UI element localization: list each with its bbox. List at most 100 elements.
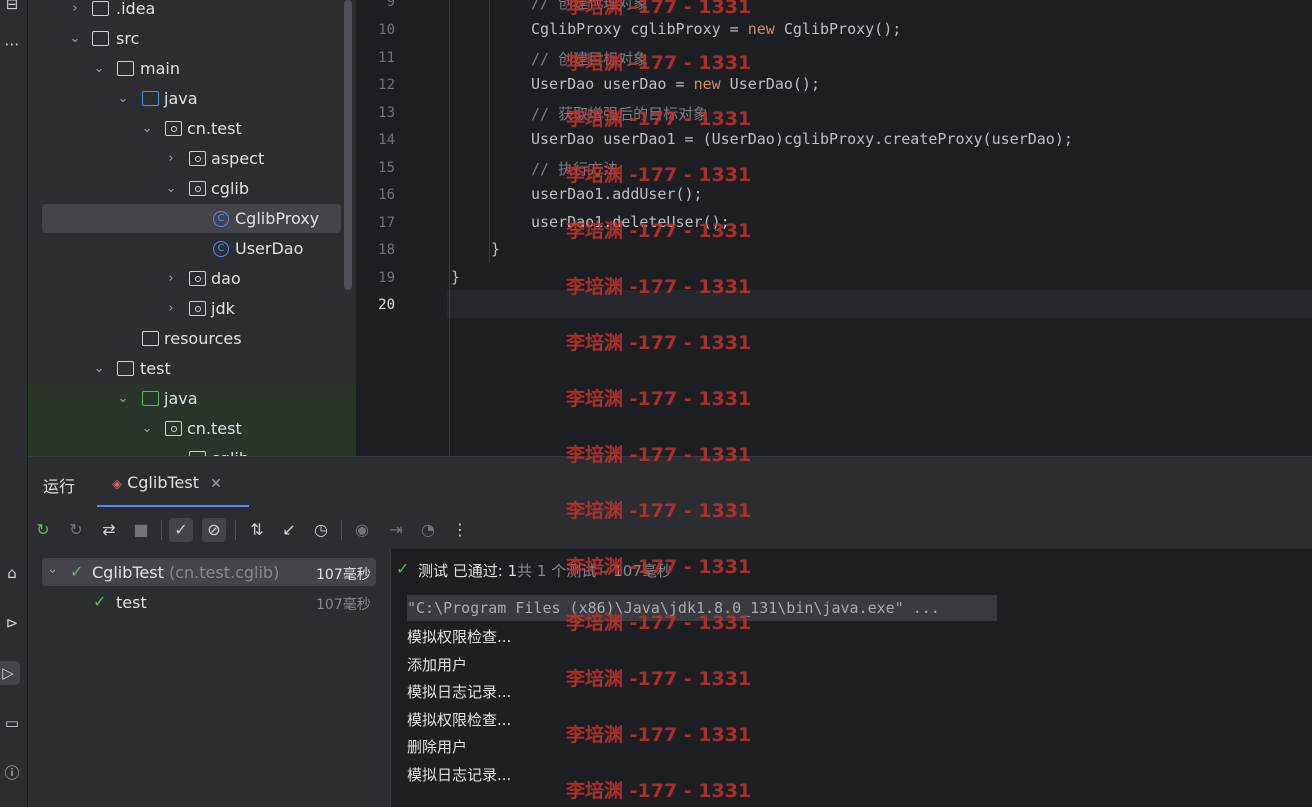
code-text: CglibProxy(); (774, 20, 902, 38)
console-line: 模拟日志记录... (407, 683, 512, 701)
console-line: 模拟权限检查... (407, 711, 512, 729)
passed-check-icon: ✓ (70, 562, 84, 581)
console-line: 添加用户 (407, 656, 468, 674)
rerun-icon[interactable]: ↻ (31, 518, 55, 542)
tree-item-label: main (140, 59, 180, 78)
chevron-right-icon[interactable]: › (164, 144, 178, 174)
more-icon[interactable]: ⋮ (448, 518, 472, 542)
test-child-item[interactable]: test (116, 593, 147, 612)
code-line-10: CglibProxy cglibProxy = new CglibProxy()… (531, 20, 901, 38)
tree-item-dao[interactable]: › dao (28, 264, 356, 294)
line-number: 18 (378, 242, 395, 258)
tree-item-jdk[interactable]: › jdk (28, 294, 356, 324)
chevron-down-icon[interactable]: ⌄ (92, 354, 106, 384)
show-passed-icon[interactable]: ✓ (169, 518, 193, 542)
tree-scrollbar[interactable] (344, 0, 352, 290)
code-line-12: UserDao userDao = new UserDao(); (531, 75, 820, 93)
line-number: 17 (378, 215, 395, 231)
tree-item-idea[interactable]: › .idea (28, 0, 356, 24)
build-icon[interactable]: ⌂ (0, 561, 24, 585)
passed-check-icon: ✓ (396, 559, 410, 578)
line-number: 14 (378, 132, 395, 148)
package-icon (189, 181, 206, 196)
terminal-icon[interactable]: ▭ (0, 711, 24, 735)
tree-item-cglib[interactable]: ⌄ cglib (28, 174, 356, 204)
folder-icon (117, 361, 134, 376)
chevron-right-icon[interactable]: › (164, 264, 178, 294)
sort-icon[interactable]: ⇅ (245, 518, 269, 542)
status-passed: 测试 已通过: 1 (418, 562, 518, 580)
structure-icon[interactable]: ⊟ (0, 0, 24, 16)
tree-item-main[interactable]: ⌄ main (28, 54, 356, 84)
code-text: UserDao userDao = (531, 75, 694, 93)
coverage-icon[interactable]: ◔ (416, 518, 440, 542)
chevron-down-icon[interactable]: ⌄ (164, 174, 178, 204)
code-text: UserDao(); (720, 75, 820, 93)
package-icon (189, 151, 206, 166)
tree-item-cglib-test[interactable]: cglib (28, 444, 356, 456)
chevron-down-icon[interactable]: ⌄ (140, 114, 154, 144)
tree-item-label: test (140, 359, 171, 378)
history-icon[interactable]: ◷ (309, 518, 333, 542)
tree-item-label: dao (211, 269, 241, 288)
more-tools-icon[interactable]: ⋯ (0, 32, 24, 56)
console-output[interactable] (391, 549, 1312, 807)
tree-item-aspect[interactable]: › aspect (28, 144, 356, 174)
code-editor[interactable]: 9 10 11 12 13 14 15 16 17 18 19 20 // 创建… (357, 0, 1312, 456)
console-line: 模拟日志记录... (407, 766, 512, 784)
tree-item-src[interactable]: ⌄ src (28, 24, 356, 54)
tree-item-cn-test[interactable]: ⌄ cn.test (28, 114, 356, 144)
tree-item-java-test[interactable]: ⌄ java (28, 384, 356, 414)
run-tool-icon[interactable]: ▷ (0, 661, 20, 685)
tree-item-label: cglib (211, 444, 249, 456)
indent-guide (489, 0, 490, 262)
test-config-icon: ◈ (112, 477, 122, 492)
tree-item-cn-test-2[interactable]: ⌄ cn.test (28, 414, 356, 444)
line-number: 11 (378, 50, 395, 66)
test-root-item[interactable]: CglibTest (cn.test.cglib) (92, 563, 279, 582)
tree-item-label: CglibProxy (235, 209, 320, 228)
import-icon[interactable]: ⇥ (384, 518, 408, 542)
chevron-right-icon[interactable]: › (68, 0, 82, 24)
toggle-auto-test-icon[interactable]: ⇄ (97, 518, 121, 542)
code-line-16: userDao1.addUser(); (531, 185, 703, 203)
services-icon[interactable]: ⊳ (0, 611, 24, 635)
tree-item-label: resources (164, 329, 242, 348)
chevron-down-icon[interactable]: ⌄ (140, 414, 154, 444)
code-keyword: new (693, 75, 721, 93)
rerun-failed-icon[interactable]: ↻ (64, 518, 88, 542)
chevron-down-icon[interactable]: ⌄ (92, 54, 106, 84)
panel-divider (28, 456, 1312, 457)
status-summary: 共 1 个测试 – 107毫秒 (517, 562, 672, 580)
tree-item-resources[interactable]: resources (28, 324, 356, 354)
folder-icon (92, 31, 109, 46)
chevron-down-icon[interactable]: ⌄ (116, 384, 130, 414)
close-icon[interactable]: ✕ (210, 476, 222, 492)
tree-item-label: UserDao (235, 239, 304, 258)
package-icon (189, 301, 206, 316)
console-command-line[interactable]: "C:\Program Files (x86)\Java\jdk1.8.0_13… (407, 595, 997, 621)
tab-cglibtest[interactable]: ◈ CglibTest ✕ (112, 473, 222, 492)
problems-icon[interactable]: ⓘ (0, 761, 24, 785)
tree-item-test[interactable]: ⌄ test (28, 354, 356, 384)
tree-item-cglibproxy[interactable]: C CglibProxy (28, 204, 356, 234)
stop-icon[interactable]: ■ (129, 518, 153, 542)
folder-icon (117, 61, 134, 76)
code-line-19: } (451, 268, 461, 286)
tree-item-userdao[interactable]: C UserDao (28, 234, 356, 264)
code-line-18: } (491, 240, 501, 258)
project-tree: › .idea ⌄ src ⌄ main ⌄ java ⌄ cn.test › … (28, 0, 356, 456)
chevron-down-icon[interactable]: ⌄ (116, 84, 130, 114)
collapse-icon[interactable]: ↙ (277, 518, 301, 542)
tree-item-label: jdk (211, 299, 235, 318)
tree-item-java-main[interactable]: ⌄ java (28, 84, 356, 114)
tree-item-label: cglib (211, 179, 249, 198)
screenshot-icon[interactable]: ◉ (350, 518, 374, 542)
code-line-14: UserDao userDao1 = (UserDao)cglibProxy.c… (531, 130, 1073, 148)
chevron-down-icon[interactable]: ⌄ (47, 562, 58, 577)
code-line-17: userDao1.deleteUser(); (531, 213, 730, 231)
chevron-right-icon[interactable]: › (164, 294, 178, 324)
chevron-down-icon[interactable]: ⌄ (68, 24, 82, 54)
test-status-line: 测试 已通过: 1共 1 个测试 – 107毫秒 (418, 560, 672, 581)
show-ignored-icon[interactable]: ⊘ (202, 518, 226, 542)
